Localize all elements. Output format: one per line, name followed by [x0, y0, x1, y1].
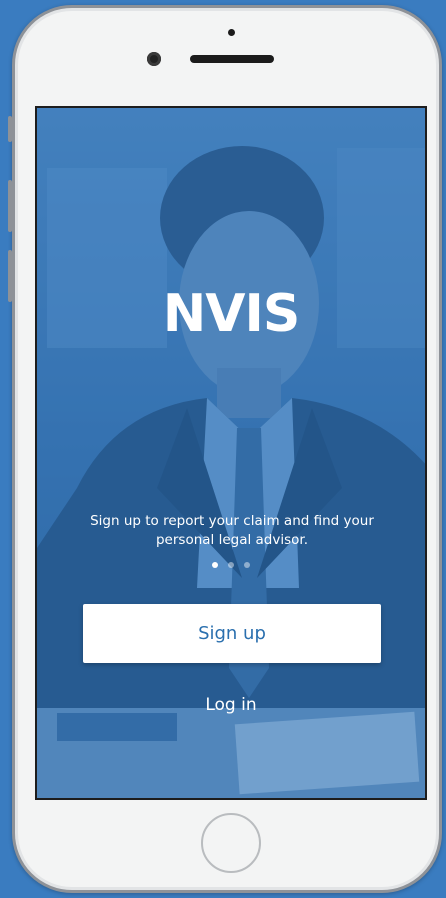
carousel-dot[interactable] — [244, 562, 250, 568]
volume-up-button — [8, 180, 12, 232]
mute-switch — [8, 116, 12, 142]
home-button-icon[interactable] — [201, 813, 261, 873]
app-logo: NVIS — [162, 284, 301, 344]
onboarding-tagline: Sign up to report your claim and find yo… — [90, 513, 374, 548]
carousel-dot[interactable] — [228, 562, 234, 568]
app-screen: NVIS Sign up to report your claim and fi… — [35, 106, 427, 800]
sensor-dot — [228, 29, 235, 36]
earpiece-speaker-icon — [190, 55, 274, 63]
carousel-dot[interactable] — [212, 562, 218, 568]
front-camera-icon — [147, 52, 161, 66]
log-in-link[interactable]: Log in — [37, 695, 425, 715]
carousel-page-indicator[interactable] — [37, 562, 425, 568]
volume-down-button — [8, 250, 12, 302]
sign-up-button[interactable]: Sign up — [83, 604, 381, 663]
